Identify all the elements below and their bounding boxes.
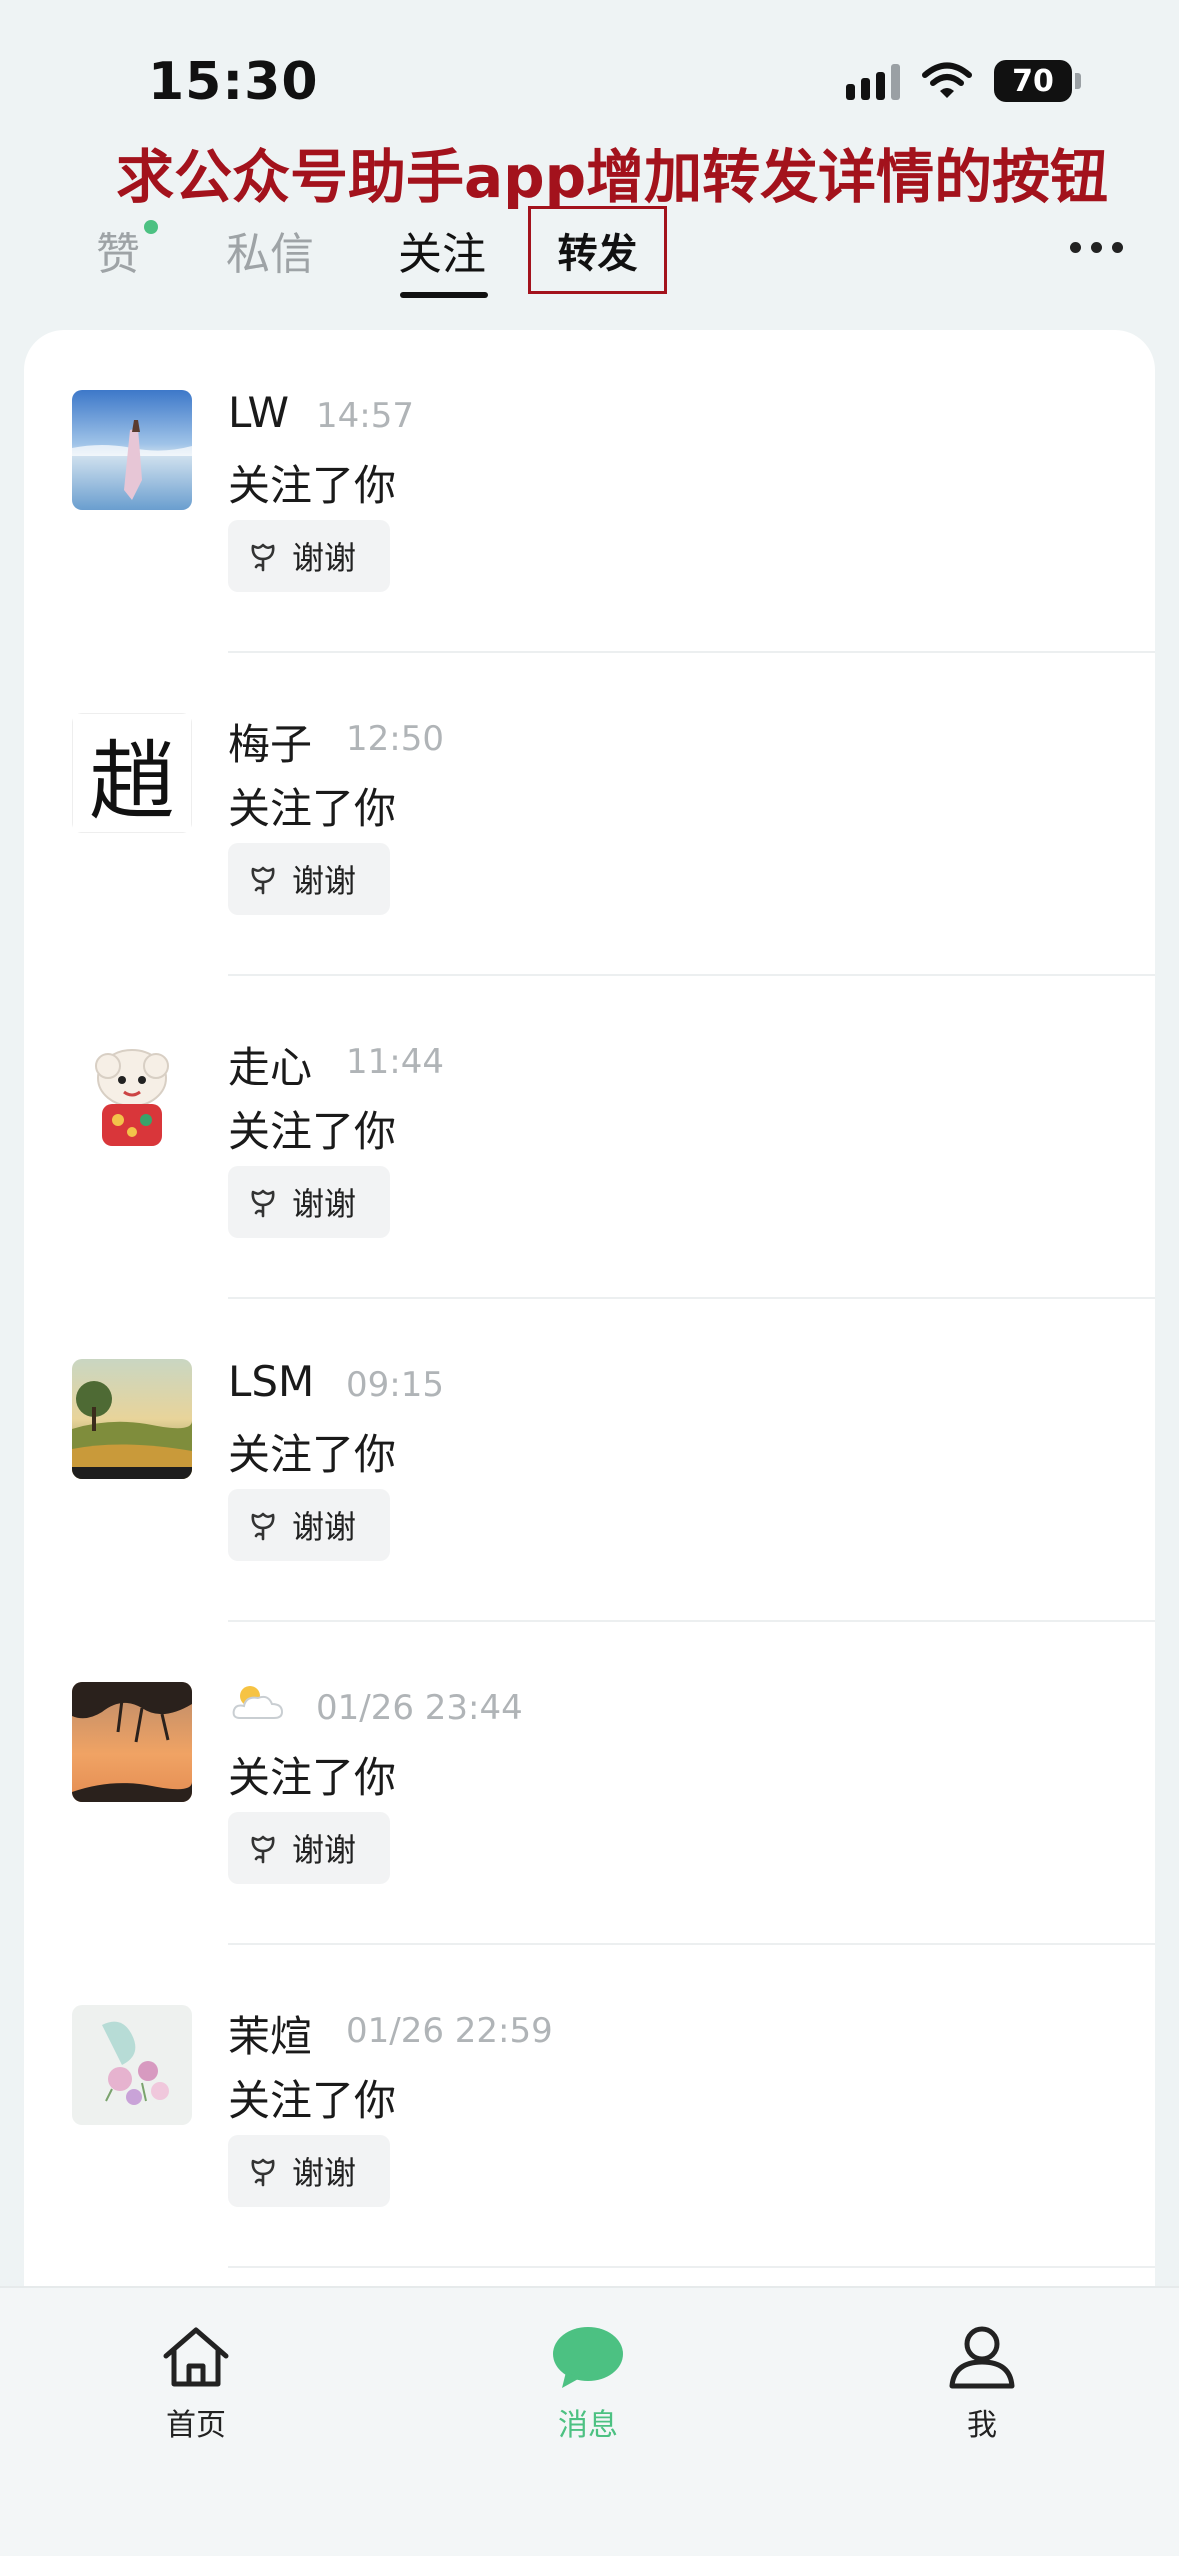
flower-icon xyxy=(251,543,275,572)
unread-dot xyxy=(144,220,158,234)
more-icon[interactable] xyxy=(1070,242,1123,253)
avatar[interactable]: 趙 xyxy=(72,713,192,833)
bottom-nav: 首页 消息 我 xyxy=(0,2286,1179,2556)
item-time: 14:57 xyxy=(316,396,414,436)
thanks-button[interactable]: 谢谢 xyxy=(228,1489,390,1561)
status-bar: 15:30 70 xyxy=(0,0,1179,140)
active-tab-indicator xyxy=(400,292,488,298)
flower-icon xyxy=(251,2158,275,2187)
user-name[interactable]: LW xyxy=(228,388,289,437)
tab-follow[interactable]: 关注 xyxy=(398,218,486,282)
item-text: 关注了你 xyxy=(228,1430,397,1479)
nav-me[interactable]: 我 xyxy=(902,2324,1062,2444)
nav-home[interactable]: 首页 xyxy=(116,2324,276,2444)
divider xyxy=(228,2266,1155,2268)
item-time: 12:50 xyxy=(346,719,444,759)
list-item[interactable]: 01/26 23:44 关注了你 谢谢 xyxy=(24,1622,1155,1945)
nav-me-label: 我 xyxy=(967,2408,997,2443)
user-name[interactable]: LSM xyxy=(228,1357,314,1406)
thanks-button[interactable]: 谢谢 xyxy=(228,520,390,592)
thanks-button[interactable]: 谢谢 xyxy=(228,2135,390,2207)
avatar[interactable] xyxy=(72,2005,192,2125)
thanks-label: 谢谢 xyxy=(292,539,357,577)
annotation-banner: 求公众号助手app增加转发详情的按钮 xyxy=(116,143,1109,211)
weather-icon[interactable] xyxy=(228,1680,288,1734)
flower-icon xyxy=(251,1189,275,1218)
status-time: 15:30 xyxy=(148,52,319,112)
nav-messages-label: 消息 xyxy=(558,2408,618,2443)
thanks-button[interactable]: 谢谢 xyxy=(228,1812,390,1884)
wifi-icon xyxy=(922,62,972,100)
thanks-label: 谢谢 xyxy=(292,862,357,900)
tab-bar: 赞 私信 关注 转发 xyxy=(0,206,1179,310)
user-name[interactable]: 走心 xyxy=(228,1034,312,1095)
item-time: 01/26 22:59 xyxy=(346,2011,553,2051)
item-text: 关注了你 xyxy=(228,1753,397,1802)
item-text: 关注了你 xyxy=(228,784,397,833)
list-item[interactable]: 走心 11:44 关注了你 谢谢 xyxy=(24,976,1155,1299)
item-time: 11:44 xyxy=(346,1042,444,1082)
thanks-label: 谢谢 xyxy=(292,1185,357,1223)
user-name[interactable]: 梅子 xyxy=(228,711,312,772)
list-item[interactable]: 茉煊 01/26 22:59 关注了你 谢谢 xyxy=(24,1945,1155,2268)
list-item[interactable]: 趙 梅子 12:50 关注了你 谢谢 xyxy=(24,653,1155,976)
avatar[interactable] xyxy=(72,1682,192,1802)
flower-icon xyxy=(251,1835,275,1864)
tab-dm[interactable]: 私信 xyxy=(226,218,314,282)
chat-bubble-icon xyxy=(553,2327,623,2388)
user-name[interactable]: 茉煊 xyxy=(228,2003,312,2064)
house-icon xyxy=(163,2327,229,2387)
item-text: 关注了你 xyxy=(228,461,397,510)
item-time: 09:15 xyxy=(346,1365,444,1405)
battery-level: 70 xyxy=(994,60,1072,102)
flower-icon xyxy=(251,1512,275,1541)
tab-forward[interactable]: 转发 xyxy=(528,206,667,294)
signal-icon xyxy=(846,62,900,100)
flower-icon xyxy=(251,866,275,895)
thanks-button[interactable]: 谢谢 xyxy=(228,1166,390,1238)
tab-like[interactable]: 赞 xyxy=(96,218,140,282)
person-icon xyxy=(949,2326,1015,2389)
thanks-label: 谢谢 xyxy=(292,1831,357,1869)
item-text: 关注了你 xyxy=(228,2076,397,2125)
avatar[interactable] xyxy=(72,1359,192,1479)
list-item[interactable]: LW 14:57 关注了你 谢谢 xyxy=(24,330,1155,653)
nav-home-label: 首页 xyxy=(166,2408,226,2443)
battery-icon: 70 xyxy=(994,60,1081,102)
avatar[interactable] xyxy=(72,1036,192,1156)
screen: 15:30 70 求公众号助手app增加转发详情的按钮 赞 私信 关注 转发 L… xyxy=(0,0,1179,2556)
thanks-label: 谢谢 xyxy=(292,1508,357,1546)
avatar[interactable] xyxy=(72,390,192,510)
status-icons: 70 xyxy=(846,60,1081,102)
avatar-calligraphy: 趙 xyxy=(72,713,192,833)
nav-messages[interactable]: 消息 xyxy=(508,2324,668,2444)
item-text: 关注了你 xyxy=(228,1107,397,1156)
notification-list: LW 14:57 关注了你 谢谢 趙 梅子 12:50 关注了你 谢谢 走心 1… xyxy=(24,330,1155,2330)
thanks-label: 谢谢 xyxy=(292,2154,357,2192)
list-item[interactable]: LSM 09:15 关注了你 谢谢 xyxy=(24,1299,1155,1622)
thanks-button[interactable]: 谢谢 xyxy=(228,843,390,915)
item-time: 01/26 23:44 xyxy=(316,1688,523,1728)
